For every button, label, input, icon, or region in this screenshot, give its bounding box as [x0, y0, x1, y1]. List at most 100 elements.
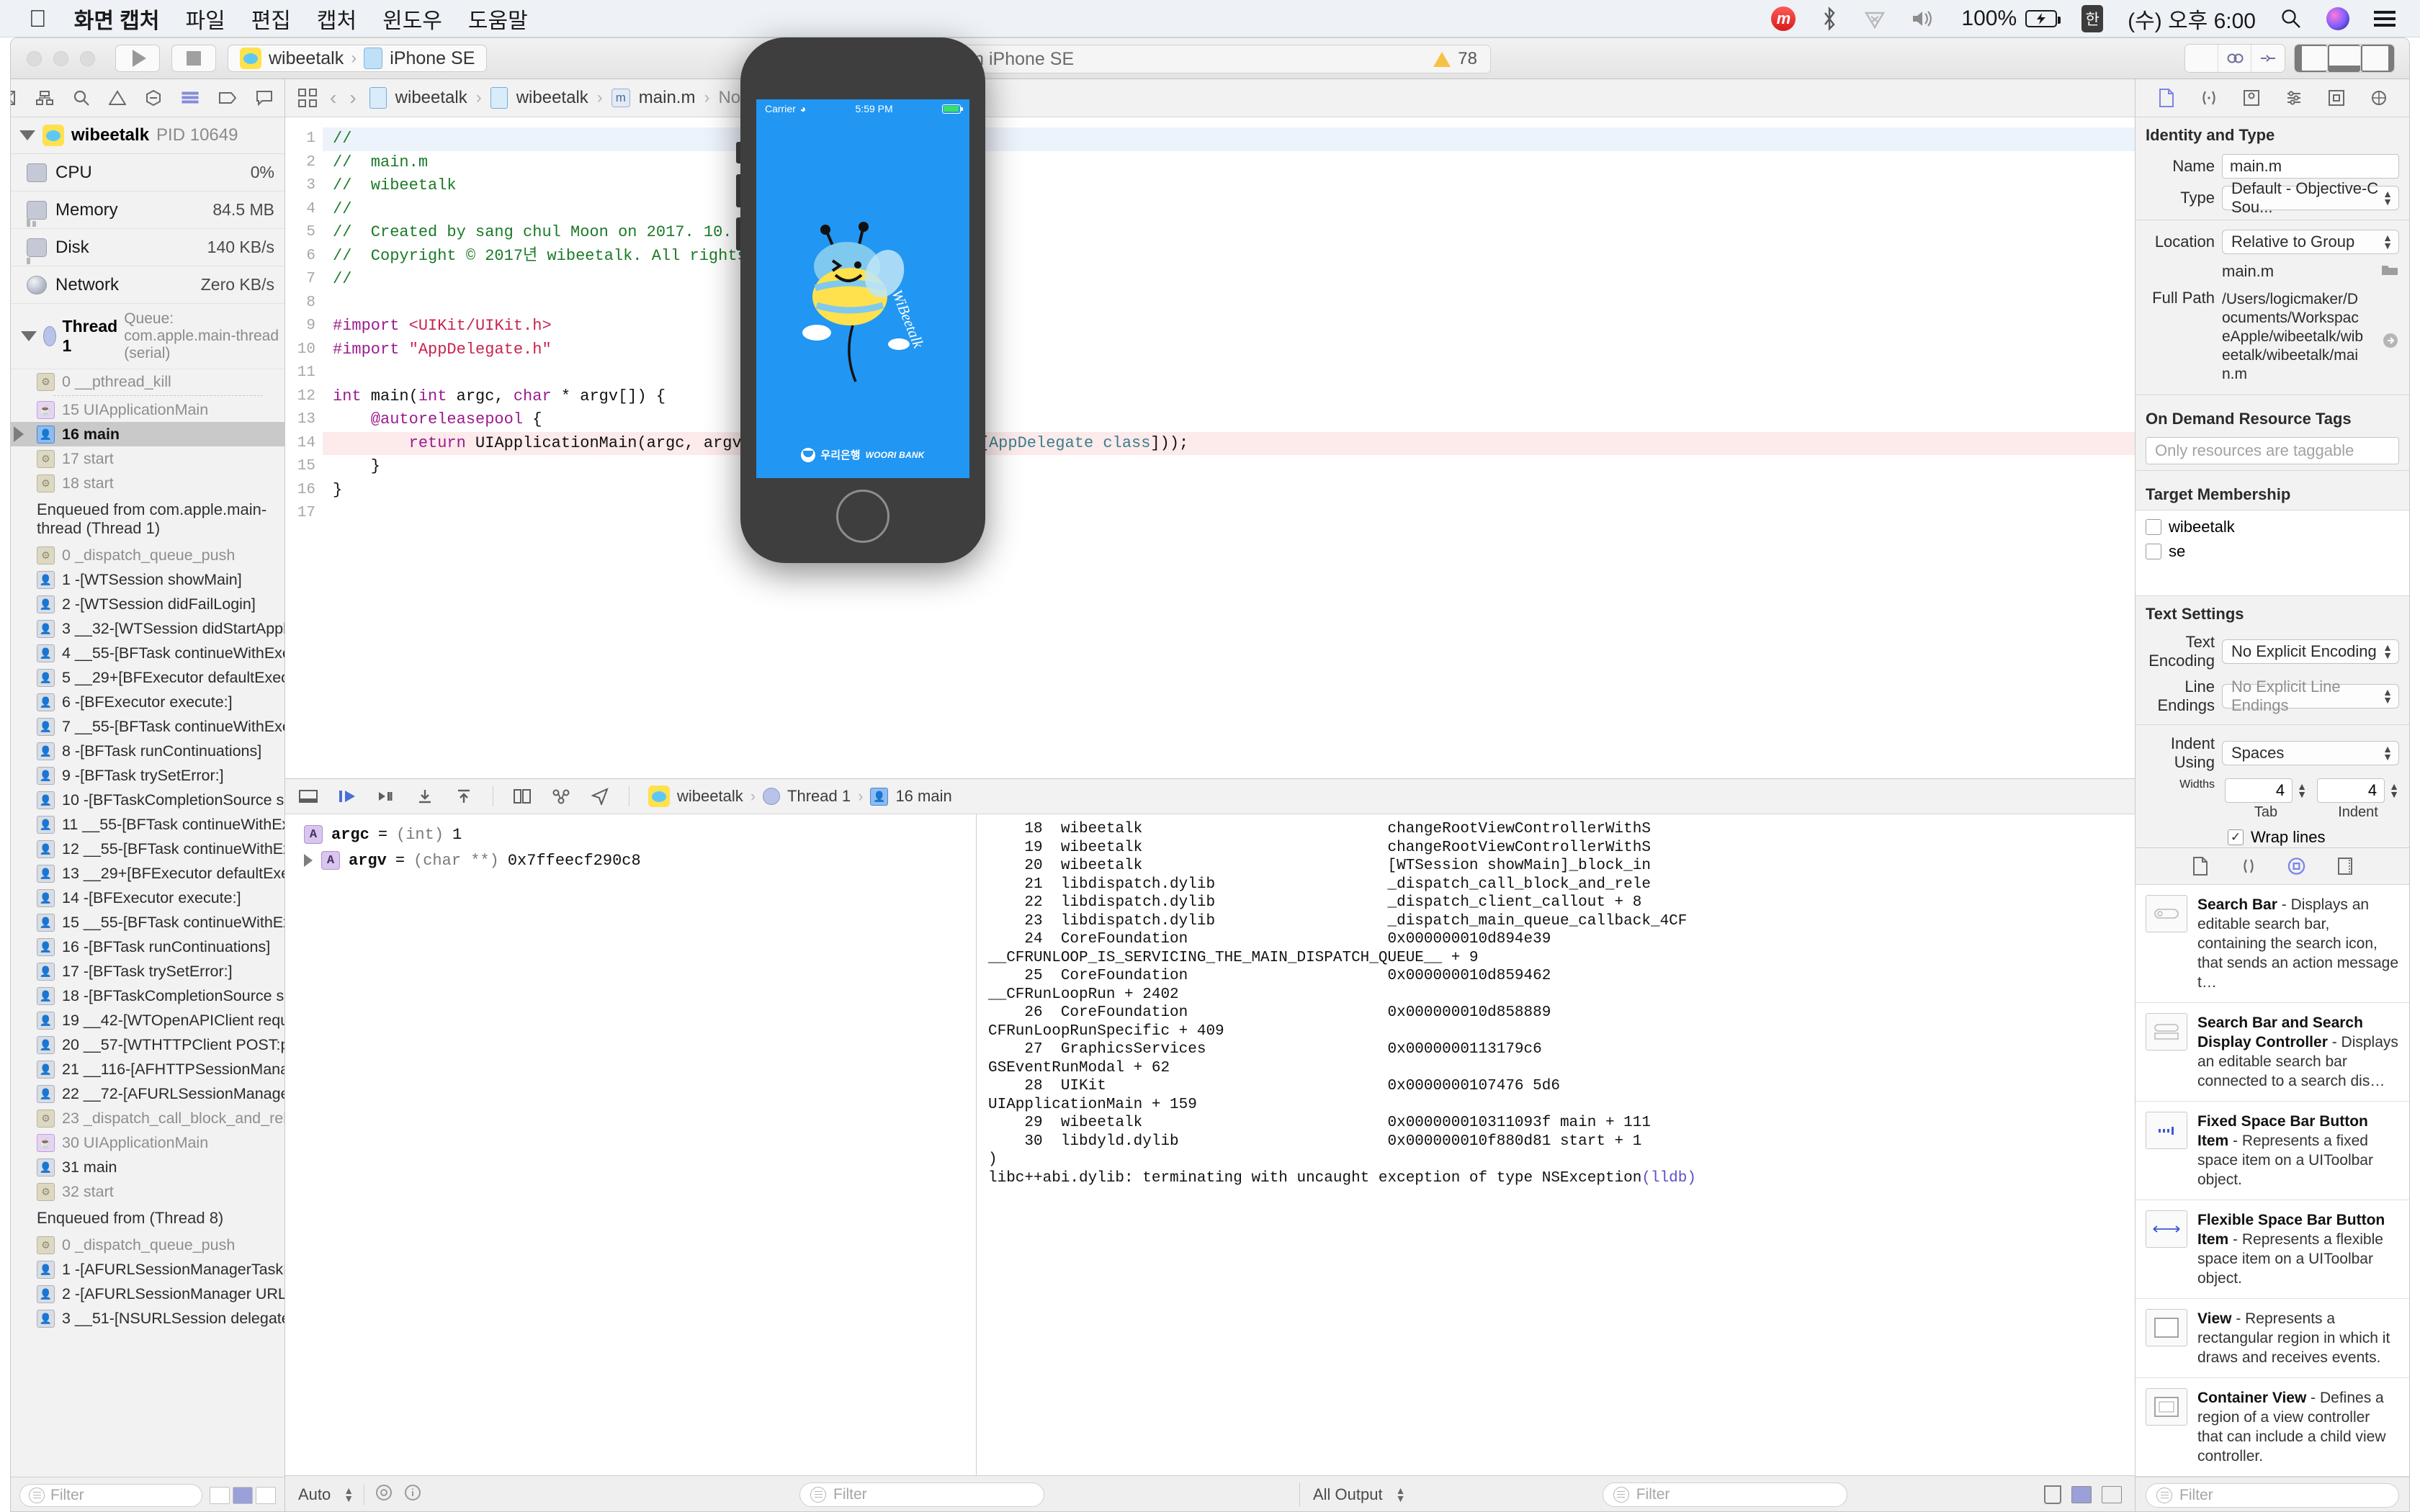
tab-stepper-icon[interactable]: ▲▼ — [2297, 783, 2307, 798]
stack-frame[interactable]: 👤16 -[BFTask runContinuations] — [11, 935, 284, 959]
hide-debug-icon[interactable] — [298, 788, 318, 805]
stack-frame[interactable]: 👤1 -[AFURLSessionManagerTaskDelegate URL… — [11, 1257, 284, 1282]
list-item[interactable]: Container View - Defines a region of a v… — [2136, 1378, 2409, 1477]
file-inspector-icon[interactable] — [2156, 89, 2176, 108]
breadcrumb-1[interactable]: wibeetalk — [516, 88, 588, 108]
code-line[interactable]: // wibeetalk — [323, 174, 2135, 198]
continue-icon[interactable] — [337, 788, 357, 805]
navigator-filter-field[interactable]: Filter — [19, 1484, 202, 1507]
editor-mode-segment[interactable] — [2184, 44, 2285, 73]
stack-frame[interactable]: 👤2 -[AFURLSessionManager URLSession:task… — [11, 1282, 284, 1306]
console-output-mode[interactable]: All Output — [1313, 1485, 1383, 1504]
breadcrumb-2[interactable]: main.m — [639, 88, 696, 108]
stack-frame[interactable]: 👤12 __55-[BFTask continueWithExecutor:bl… — [11, 837, 284, 861]
code-line[interactable]: #import <UIKit/UIKit.h> — [323, 315, 2135, 338]
menu-item-2[interactable]: 편집 — [251, 3, 291, 35]
stack-frame[interactable]: 👤2 -[WTSession didFailLogin] — [11, 592, 284, 616]
trash-icon[interactable] — [2044, 1485, 2061, 1504]
variable-row[interactable]: A argc = (int) 1 — [285, 822, 976, 847]
code-line[interactable]: // main.m — [323, 151, 2135, 175]
editor-version-icon[interactable] — [2251, 45, 2285, 72]
stack-frame[interactable]: 👤13 __29+[BFExecutor defaultExecutor]_bl… — [11, 861, 284, 886]
stack-frame[interactable]: ⚙23 _dispatch_call_block_and_release — [11, 1106, 284, 1130]
code-line[interactable]: // Copyright © 2017년 wibeetalk. All righ… — [323, 245, 2135, 269]
list-item[interactable]: View - Represents a rectangular region i… — [2136, 1299, 2409, 1378]
reveal-in-finder-icon[interactable] — [2382, 332, 2399, 354]
code-line[interactable]: int main(int argc, char * argv[]) { — [323, 385, 2135, 409]
gauge-disk[interactable]: Disk 140 KB/s — [11, 229, 284, 266]
code-line[interactable]: // Created by sang chul Moon on 2017. 10… — [323, 221, 2135, 245]
control-center-icon[interactable] — [2374, 11, 2396, 27]
choose-folder-icon[interactable] — [2380, 261, 2399, 282]
variables-view[interactable]: A argc = (int) 1 A argv = (char **) — [285, 814, 977, 1475]
stack-frame[interactable]: 👤3 __51-[NSURLSession delegate_task:didC… — [11, 1306, 284, 1331]
volume-down-button[interactable] — [736, 174, 740, 207]
minimize-button[interactable] — [53, 51, 68, 66]
step-into-icon[interactable] — [415, 788, 435, 805]
stack-frame[interactable]: 👤4 __55-[BFTask continueWithExecutor:blo… — [11, 641, 284, 665]
code-line[interactable]: } — [323, 479, 2135, 503]
name-field[interactable]: main.m — [2222, 154, 2399, 179]
code-line[interactable]: // — [323, 268, 2135, 292]
stack-frame[interactable]: ☕15 UIApplicationMain — [11, 397, 284, 422]
indent-popup[interactable]: Spaces ▲▼ — [2222, 741, 2399, 765]
disclosure-triangle-icon[interactable] — [19, 130, 35, 140]
object-library-icon[interactable] — [2287, 857, 2306, 876]
m-badge-icon[interactable]: m — [1771, 6, 1796, 31]
stack-frame[interactable]: 👤19 __42-[WTOpenAPIClient requestPOST:pa… — [11, 1008, 284, 1032]
menu-item-4[interactable]: 윈도우 — [382, 3, 442, 35]
stack-frame[interactable]: ⚙0 _dispatch_queue_push — [11, 1233, 284, 1257]
file-template-library-icon[interactable] — [2190, 857, 2210, 876]
volume-up-button[interactable] — [736, 142, 740, 163]
stack-frame[interactable]: 👤9 -[BFTask trySetError:] — [11, 763, 284, 788]
target-checkbox[interactable] — [2146, 544, 2161, 559]
toggle-debug-button[interactable] — [2328, 45, 2361, 72]
menu-item-5[interactable]: 도움말 — [468, 3, 528, 35]
console-output[interactable]: 18 wibeetalk changeRootViewControllerWit… — [977, 814, 2135, 1475]
stack-frame-selected[interactable]: 👤16 main — [11, 422, 284, 446]
zoom-button[interactable] — [80, 51, 95, 66]
stack-frame[interactable]: 👤7 __55-[BFTask continueWithExecutor:blo… — [11, 714, 284, 739]
type-popup[interactable]: Default - Objective-C Sou... ▲▼ — [2222, 186, 2399, 210]
step-out-icon[interactable] — [454, 788, 474, 805]
show-variables-icon[interactable] — [2071, 1486, 2092, 1503]
quick-help-icon[interactable] — [2199, 89, 2218, 108]
stack-frame[interactable]: 👤18 -[BFTaskCompletionSource setError:] — [11, 984, 284, 1008]
code-line[interactable]: @autoreleasepool { — [323, 408, 2135, 432]
stack-frame[interactable]: 👤20 __57-[WTHTTPClient POST:parameters:p… — [11, 1032, 284, 1057]
stack-frame[interactable]: ⚙18 start — [11, 471, 284, 495]
run-button[interactable] — [115, 45, 160, 72]
show-console-icon[interactable] — [2102, 1486, 2122, 1503]
connections-inspector-icon[interactable] — [2369, 89, 2388, 108]
code-line[interactable]: } — [323, 455, 2135, 479]
editor-assistant-icon[interactable] — [2218, 45, 2251, 72]
stack-frame[interactable]: 👤14 -[BFExecutor execute:] — [11, 886, 284, 910]
target-checkbox[interactable] — [2146, 519, 2161, 535]
forward-arrow-icon[interactable]: › — [349, 86, 356, 109]
debug-crumb-thread[interactable]: Thread 1 — [787, 787, 851, 806]
report-navigator-icon[interactable] — [256, 89, 273, 107]
size-inspector-icon[interactable] — [2326, 89, 2346, 108]
code-line[interactable]: return UIApplicationMain(argc, argv, nil… — [323, 432, 2135, 456]
stack-frame[interactable]: 👤17 -[BFTask trySetError:] — [11, 959, 284, 984]
console-filter-field[interactable]: Filter — [1603, 1482, 1847, 1507]
siri-icon[interactable] — [2326, 7, 2349, 30]
scope-icon[interactable] — [375, 1483, 393, 1506]
stack-frame[interactable]: 👤1 -[WTSession showMain] — [11, 567, 284, 592]
related-items-icon[interactable] — [298, 89, 317, 107]
thread-header[interactable]: Thread 1 Queue: com.apple.main-thread (s… — [11, 304, 284, 369]
ios-simulator-window[interactable]: Carrier ◕ 5:59 PM — [740, 37, 985, 563]
find-navigator-icon[interactable] — [73, 89, 90, 107]
breadcrumb-0[interactable]: wibeetalk — [395, 88, 467, 108]
disclosure-triangle-icon[interactable] — [304, 854, 313, 867]
test-navigator-icon[interactable] — [145, 89, 162, 107]
code-text[interactable]: //// main.m// wibeetalk//// Created by s… — [323, 117, 2135, 778]
toggle-navigator-button[interactable] — [2295, 45, 2328, 72]
input-source-icon[interactable]: 한 — [2081, 5, 2103, 32]
code-line[interactable]: // — [323, 127, 2135, 151]
target-row[interactable]: wibeetalk — [2136, 515, 2409, 539]
scheme-selector[interactable]: wibeetalk › iPhone SE — [228, 45, 487, 72]
close-button[interactable] — [27, 51, 42, 66]
stack-frame[interactable]: 👤3 __32-[WTSession didStartApplication]_… — [11, 616, 284, 641]
library-filter-field[interactable]: Filter — [2146, 1483, 2399, 1508]
